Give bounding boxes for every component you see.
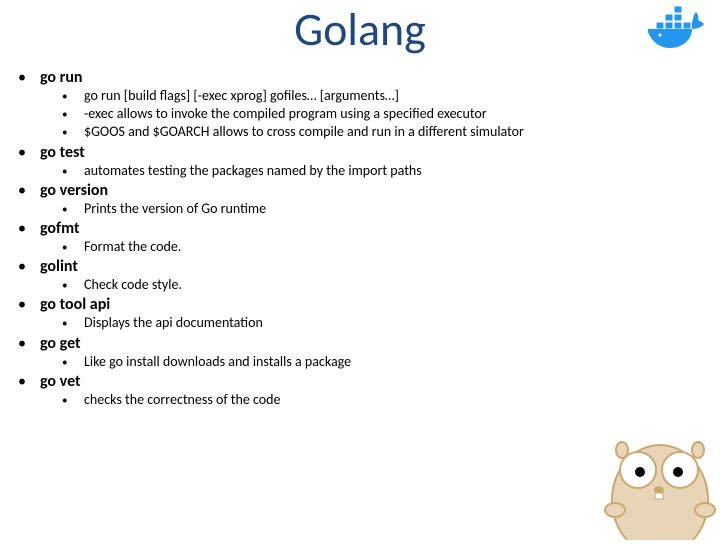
command-detail-item: •go run [build flags] [-exec xprog] gofi… xyxy=(62,87,702,105)
title-band: Golang xyxy=(0,0,720,60)
command-detail-text: Like go install downloads and installs a… xyxy=(84,353,351,371)
command-title-row: •go get xyxy=(18,334,702,353)
command-detail-item: •Check code style. xyxy=(62,276,702,294)
command-detail-item: •checks the correctness of the code xyxy=(62,391,702,409)
bullet-icon: • xyxy=(62,165,84,179)
docker-whale-icon xyxy=(642,4,710,56)
command-list: •go run•go run [build flags] [-exec xpro… xyxy=(18,68,702,409)
command-detail-list: •Prints the version of Go runtime xyxy=(18,200,702,218)
command-title-row: •go version xyxy=(18,181,702,200)
command-title-row: •gofmt xyxy=(18,219,702,238)
command-section: •go vet•checks the correctness of the co… xyxy=(18,372,702,409)
command-detail-text: checks the correctness of the code xyxy=(84,391,281,409)
command-title-row: •go tool api xyxy=(18,295,702,314)
command-title: go vet xyxy=(40,372,81,391)
bullet-icon: • xyxy=(62,317,84,331)
command-detail-item: •$GOOS and $GOARCH allows to cross compi… xyxy=(62,123,702,141)
bullet-icon: • xyxy=(62,394,84,408)
bullet-icon: • xyxy=(62,356,84,370)
command-detail-item: •-exec allows to invoke the compiled pro… xyxy=(62,105,702,123)
command-title: gofmt xyxy=(40,219,80,238)
bullet-icon: • xyxy=(62,241,84,255)
command-title-row: •go test xyxy=(18,143,702,162)
command-detail-text: Displays the api documentation xyxy=(84,314,263,332)
command-detail-item: •Format the code. xyxy=(62,238,702,256)
bullet-icon: • xyxy=(18,372,40,391)
command-section: •go run•go run [build flags] [-exec xpro… xyxy=(18,68,702,142)
bullet-icon: • xyxy=(18,181,40,200)
command-detail-list: •Like go install downloads and installs … xyxy=(18,353,702,371)
command-title-row: •go vet xyxy=(18,372,702,391)
gopher-mascot-icon xyxy=(580,410,720,540)
command-title-row: •golint xyxy=(18,257,702,276)
bullet-icon: • xyxy=(18,257,40,276)
command-detail-list: •checks the correctness of the code xyxy=(18,391,702,409)
bullet-icon: • xyxy=(62,108,84,122)
command-detail-text: go run [build flags] [-exec xprog] gofil… xyxy=(84,87,399,105)
command-detail-list: •Check code style. xyxy=(18,276,702,294)
bullet-icon: • xyxy=(62,90,84,104)
command-title-row: •go run xyxy=(18,68,702,87)
page-title: Golang xyxy=(294,2,426,58)
command-detail-item: •Prints the version of Go runtime xyxy=(62,200,702,218)
command-title: go get xyxy=(40,334,81,353)
command-detail-text: $GOOS and $GOARCH allows to cross compil… xyxy=(84,123,524,141)
command-title: go test xyxy=(40,143,85,162)
command-detail-text: Format the code. xyxy=(84,238,181,256)
command-detail-item: •Displays the api documentation xyxy=(62,314,702,332)
command-section: •gofmt•Format the code. xyxy=(18,219,702,256)
command-detail-list: •Displays the api documentation xyxy=(18,314,702,332)
command-section: •go get•Like go install downloads and in… xyxy=(18,334,702,371)
command-section: •go version•Prints the version of Go run… xyxy=(18,181,702,218)
bullet-icon: • xyxy=(18,334,40,353)
command-title: golint xyxy=(40,257,78,276)
content-area: •go run•go run [build flags] [-exec xpro… xyxy=(0,60,720,409)
command-section: •go test•automates testing the packages … xyxy=(18,143,702,180)
command-detail-item: •Like go install downloads and installs … xyxy=(62,353,702,371)
command-detail-list: •go run [build flags] [-exec xprog] gofi… xyxy=(18,87,702,142)
command-section: •go tool api•Displays the api documentat… xyxy=(18,295,702,332)
command-title: go tool api xyxy=(40,295,110,314)
bullet-icon: • xyxy=(18,219,40,238)
command-detail-list: •automates testing the packages named by… xyxy=(18,162,702,180)
command-title: go version xyxy=(40,181,108,200)
bullet-icon: • xyxy=(18,68,40,87)
command-detail-list: •Format the code. xyxy=(18,238,702,256)
command-section: •golint•Check code style. xyxy=(18,257,702,294)
command-detail-text: automates testing the packages named by … xyxy=(84,162,422,180)
command-detail-item: •automates testing the packages named by… xyxy=(62,162,702,180)
bullet-icon: • xyxy=(18,295,40,314)
bullet-icon: • xyxy=(62,203,84,217)
command-detail-text: -exec allows to invoke the compiled prog… xyxy=(84,105,487,123)
command-detail-text: Prints the version of Go runtime xyxy=(84,200,266,218)
bullet-icon: • xyxy=(62,279,84,293)
command-detail-text: Check code style. xyxy=(84,276,182,294)
bullet-icon: • xyxy=(62,126,84,140)
command-title: go run xyxy=(40,68,83,87)
bullet-icon: • xyxy=(18,143,40,162)
